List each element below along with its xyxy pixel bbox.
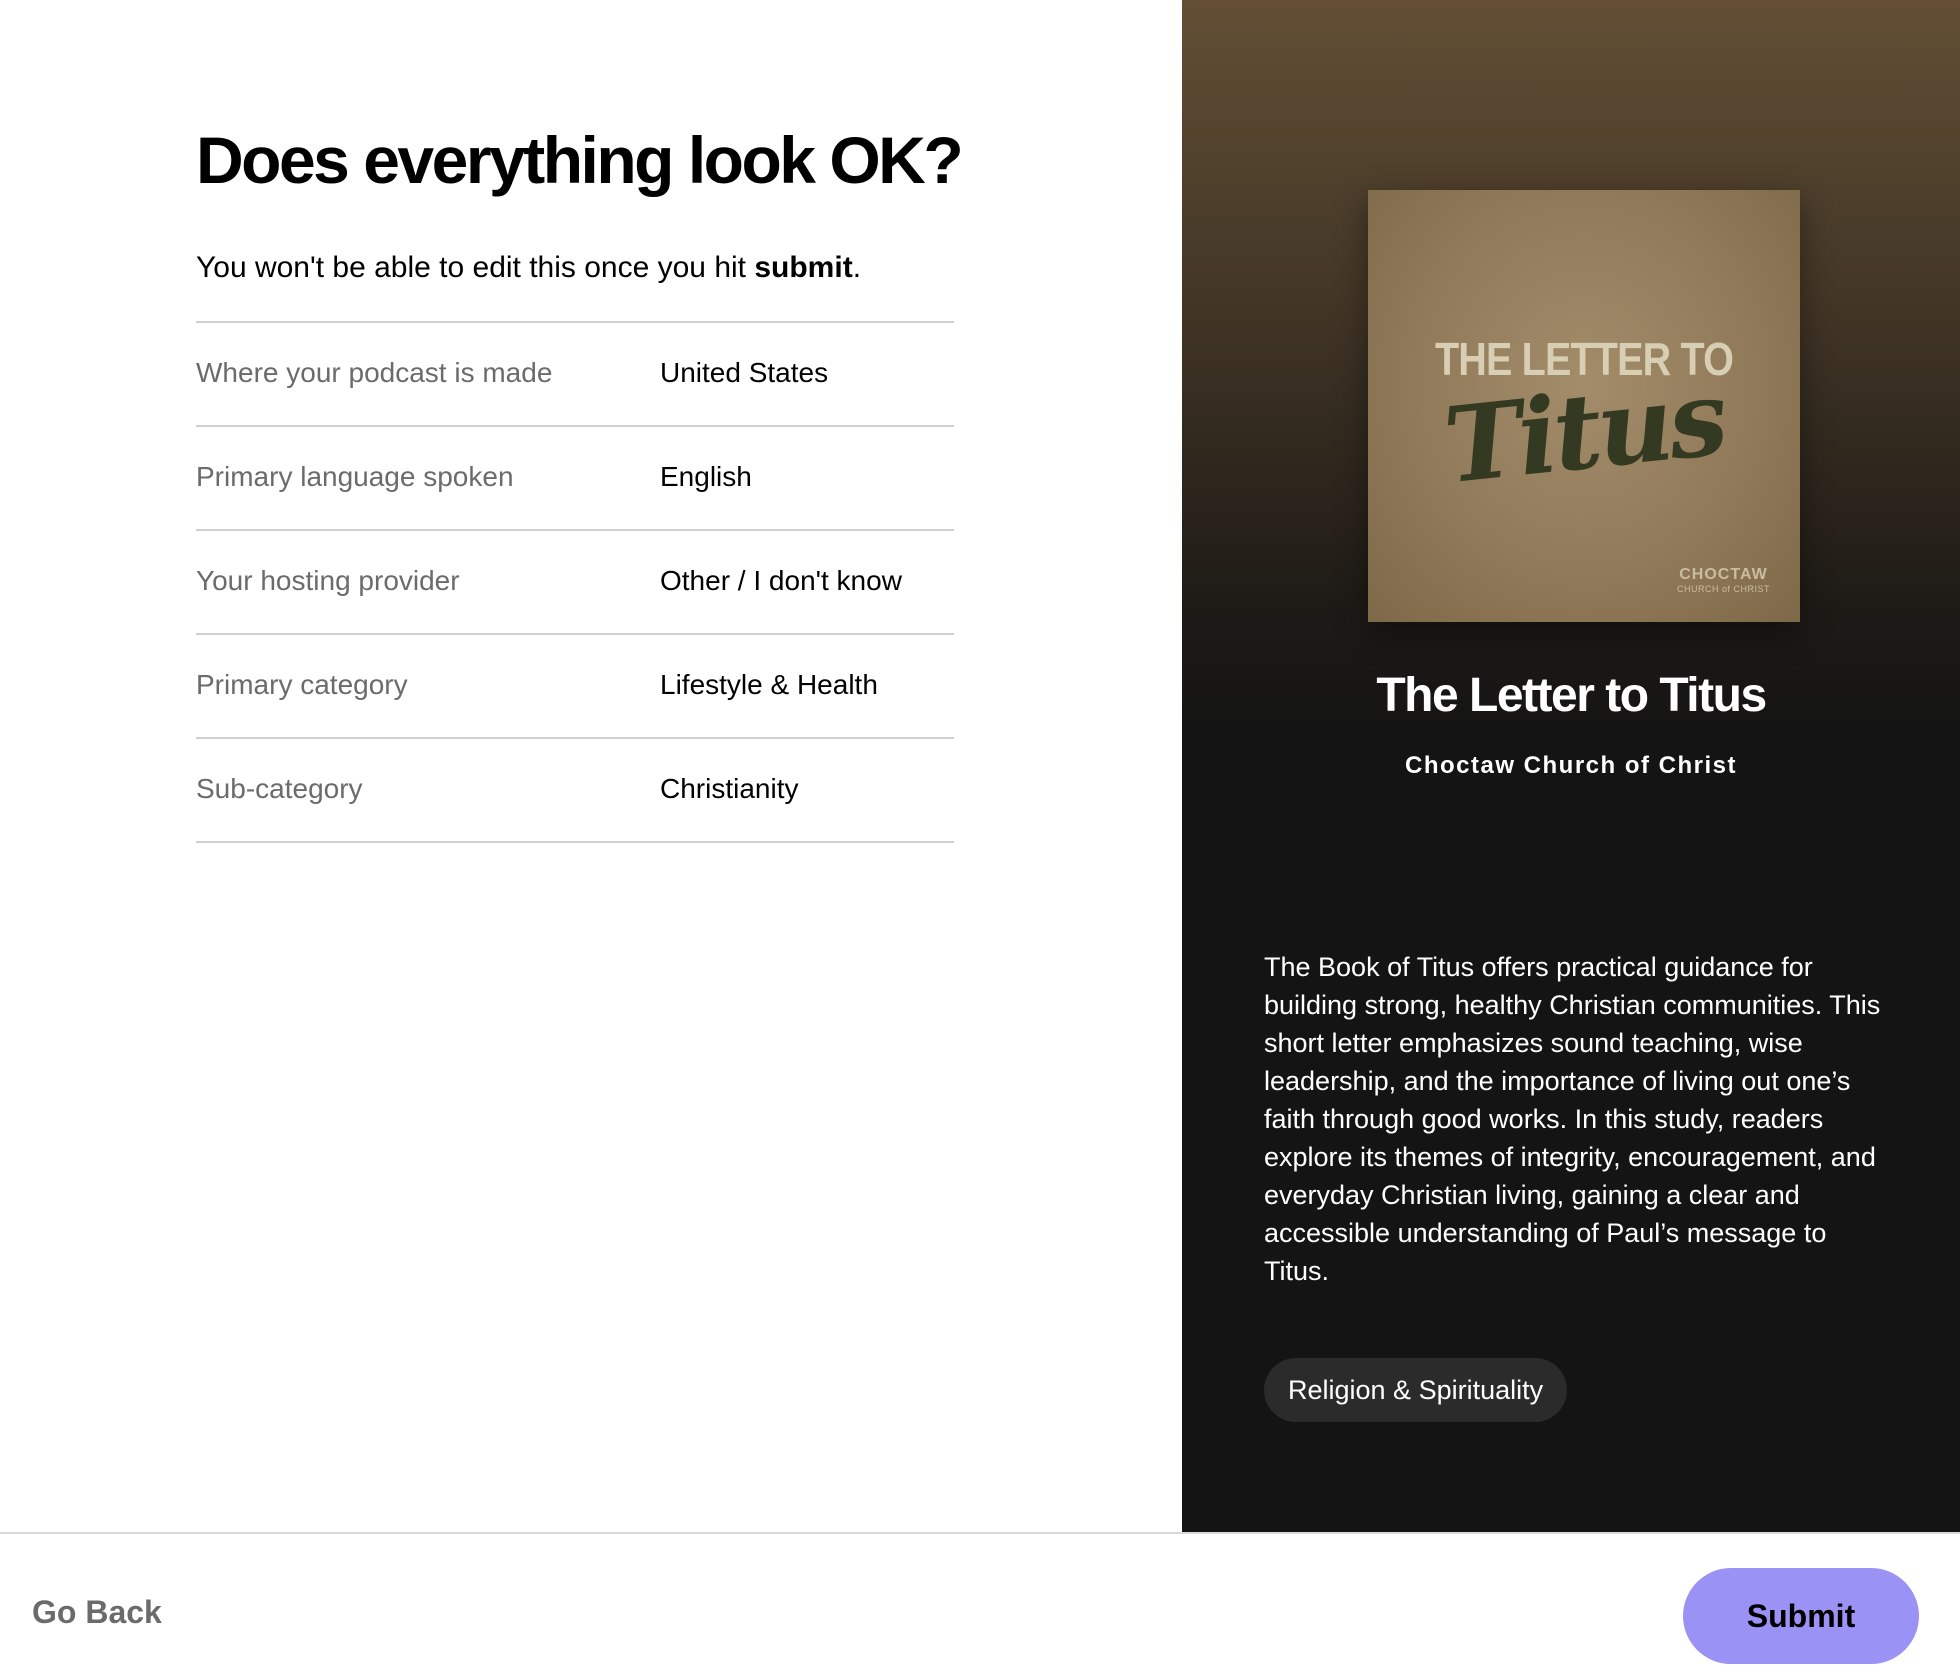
cover-brand-sub: CHURCH of CHRIST [1676,584,1770,594]
cover-brand-name: CHOCTAW [1679,566,1768,583]
podcast-cover-art: THE LETTER TO Titus CHOCTAW CHURCH of CH… [1368,190,1800,622]
row-label: Primary language spoken [196,461,514,492]
submit-button[interactable]: Submit [1683,1568,1919,1664]
row-label: Sub-category [196,773,363,804]
row-label: Where your podcast is made [196,357,553,388]
row-value: United States [660,357,829,388]
show-title: The Letter to Titus [1376,669,1767,722]
page-subtitle: You won't be able to edit this once you … [196,248,861,288]
show-author: Choctaw Church of Christ [1404,752,1737,779]
subtitle-end: . [852,251,862,284]
footer-bar: Go Back Submit [0,1532,1960,1674]
row-value: Lifestyle & Health [660,669,878,700]
summary-row-language: Primary language spoken English [196,427,954,531]
show-description: The Book of Titus offers practical guida… [1264,952,1881,1286]
summary-row-subcategory: Sub-category Christianity [196,739,954,843]
podcast-preview-panel: THE LETTER TO Titus CHOCTAW CHURCH of CH… [1182,0,1960,1533]
row-value: English [660,461,752,492]
summary-row-category: Primary category Lifestyle & Health [196,635,954,739]
summary-row-hosting: Your hosting provider Other / I don't kn… [196,531,954,635]
summary-row-country: Where your podcast is made United States [196,323,954,427]
subtitle-text: You won't be able to edit this once you … [196,251,755,284]
page-title: Does everything look OK? [196,123,964,197]
go-back-button[interactable]: Go Back [32,1594,162,1631]
row-value: Christianity [660,773,799,804]
category-tag: Religion & Spirituality [1264,1358,1568,1422]
row-value: Other / I don't know [660,565,902,596]
subtitle-emphasis: submit [754,251,853,284]
review-panel: Does everything look OK? You won't be ab… [0,0,1182,1533]
row-label: Primary category [196,669,408,700]
cover-brand-logo: CHOCTAW CHURCH of CHRIST [1677,567,1770,594]
row-label: Your hosting provider [196,565,460,596]
summary-table: Where your podcast is made United States… [196,321,954,843]
